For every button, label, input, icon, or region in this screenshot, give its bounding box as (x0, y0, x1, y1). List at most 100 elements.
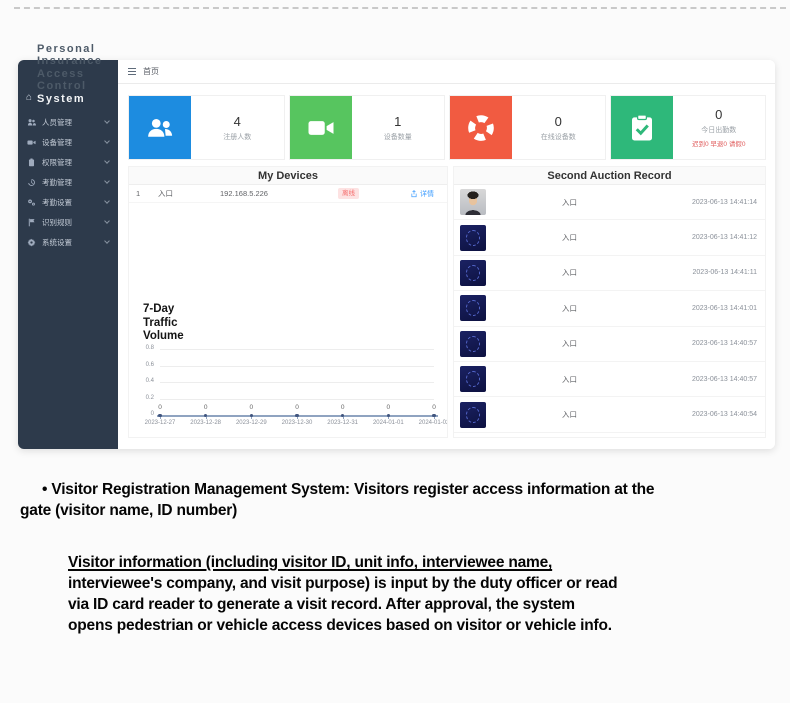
record-timestamp: 2023-06-13 14:41:11 (645, 269, 757, 276)
sidebar-item[interactable]: 考勤管理 (18, 172, 118, 192)
video-icon (27, 137, 37, 147)
record-row[interactable]: 入口2023-06-13 14:40:57 (454, 362, 765, 397)
share-icon (410, 190, 418, 198)
sidebar-item[interactable]: 权限管理 (18, 152, 118, 172)
columns: My Devices 1 入口 192.168.5.226 离线 (128, 166, 766, 438)
users-icon (27, 117, 37, 127)
camera-icon (290, 96, 352, 159)
x-axis-tick-label: 2023-12-30 (275, 420, 319, 426)
stat-card: 0今日出勤数迟到0 早退0 请假0 (610, 95, 767, 160)
record-timestamp: 2023-06-13 14:40:57 (645, 340, 757, 347)
device-row[interactable]: 1 入口 192.168.5.226 离线 详 (129, 185, 447, 203)
sidebar-item-label: 考勤设置 (42, 197, 72, 208)
y-axis-tick-label: 0.6 (134, 362, 154, 368)
sidebar-item-label: 考勤管理 (42, 177, 72, 188)
face-frame-avatar (460, 260, 486, 286)
sidebar-item-label: 设备管理 (42, 137, 72, 148)
gridline (160, 399, 434, 400)
data-point-label: 0 (335, 404, 351, 411)
sidebar-item[interactable]: 识别规则 (18, 212, 118, 232)
sidebar-item-label: 系统设置 (42, 237, 72, 248)
y-axis-tick-label: 0.2 (134, 395, 154, 401)
stat-label: 设备数量 (384, 132, 412, 142)
description-paragraph-1: • Visitor Registration Management System… (20, 479, 766, 521)
record-gate: 入口 (494, 232, 645, 243)
stat-value: 0 (555, 114, 562, 129)
stat-cards-row: 4 注册人数 1 设备数量 0 在线设备数 0今日出勤数迟到0 早退0 请假0 (128, 95, 766, 160)
gear-icon (27, 237, 37, 247)
stat-body: 0今日出勤数迟到0 早退0 请假0 (673, 96, 766, 159)
data-point (250, 414, 254, 418)
sidebar-item-label: 人员管理 (42, 117, 72, 128)
description-rest-text: interviewee's company, and visit purpose… (68, 575, 617, 634)
main-area: 首页 4 注册人数 1 设备数量 0 在线设备数 0今日出勤数迟到0 早退0 请假0 My … (118, 60, 775, 449)
sidebar-menu: 人员管理设备管理权限管理考勤管理考勤设置识别规则系统设置 (18, 112, 118, 252)
app-title-line: Insurance (37, 55, 102, 67)
data-point (204, 414, 208, 418)
record-timestamp: 2023-06-13 14:40:57 (645, 376, 757, 383)
sidebar-item[interactable]: 系统设置 (18, 232, 118, 252)
gridline (160, 349, 434, 350)
data-point (341, 414, 345, 418)
data-point-label: 0 (152, 404, 168, 411)
hamburger-icon[interactable] (128, 68, 136, 75)
device-action-link[interactable]: 详情 (410, 189, 440, 199)
x-axis-tick-label: 2023-12-27 (138, 420, 182, 426)
y-axis-tick-label: 0.8 (134, 345, 154, 351)
data-point (158, 414, 162, 418)
record-gate: 入口 (494, 374, 645, 385)
top-dashed-divider (14, 7, 786, 9)
sidebar-item[interactable]: 人员管理 (18, 112, 118, 132)
record-row[interactable]: 入口2023-06-13 14:41:12 (454, 220, 765, 255)
stat-value: 1 (394, 114, 401, 129)
stat-label: 注册人数 (223, 132, 251, 142)
chevron-down-icon (104, 178, 110, 184)
face-frame-avatar (460, 402, 486, 428)
stat-body: 0 在线设备数 (512, 96, 605, 159)
description-underlined-text: Visitor information (including visitor I… (68, 554, 552, 571)
top-bar: 首页 (118, 60, 775, 84)
home-icon[interactable]: ⌂ (26, 92, 32, 103)
permission-icon (27, 157, 37, 167)
records-card: Second Auction Record 入口2023-06-13 14:41… (453, 166, 766, 438)
traffic-chart: 00.20.40.60.802023-12-2702023-12-2802023… (134, 337, 442, 437)
record-row[interactable]: 入口2023-06-13 14:41:14 (454, 185, 765, 220)
x-axis-tick-label: 2024-01-01 (366, 420, 410, 426)
data-point-label: 0 (380, 404, 396, 411)
records-title: Second Auction Record (454, 167, 765, 185)
record-row[interactable]: 入口2023-06-13 14:40:57 (454, 327, 765, 362)
page: PersonalInsuranceAccessControlSystem ⌂ 人… (0, 0, 790, 703)
stat-value: 0 (715, 107, 722, 122)
record-row[interactable]: 入口2023-06-13 14:41:01 (454, 291, 765, 326)
stat-sub-text: 迟到0 早退0 请假0 (692, 138, 745, 148)
app-title-line: System (37, 93, 102, 105)
x-axis-tick-label: 2023-12-29 (229, 420, 273, 426)
stat-card: 1 设备数量 (289, 95, 446, 160)
record-row[interactable]: 入口2023-06-13 14:41:11 (454, 256, 765, 291)
stat-label: 在线设备数 (541, 132, 576, 142)
sidebar-item[interactable]: 设备管理 (18, 132, 118, 152)
record-gate: 入口 (494, 267, 645, 278)
sidebar-item[interactable]: 考勤设置 (18, 192, 118, 212)
stat-body: 4 注册人数 (191, 96, 284, 159)
chevron-down-icon (104, 118, 110, 124)
rules-icon (27, 217, 37, 227)
stat-card: 0 在线设备数 (449, 95, 606, 160)
stat-value: 4 (234, 114, 241, 129)
data-point-label: 0 (243, 404, 259, 411)
record-row[interactable]: 入口2023-06-13 14:40:54 (454, 397, 765, 432)
record-gate: 入口 (494, 197, 645, 208)
device-name: 入口 (158, 188, 220, 199)
data-point-label: 0 (426, 404, 442, 411)
record-timestamp: 2023-06-13 14:41:01 (645, 305, 757, 312)
x-axis-tick-label: 2023-12-31 (321, 420, 365, 426)
y-axis-tick-label: 0 (134, 411, 154, 417)
device-ip: 192.168.5.226 (220, 189, 338, 198)
breadcrumb[interactable]: 首页 (143, 66, 159, 77)
face-photo-avatar (460, 189, 486, 215)
chevron-down-icon (104, 158, 110, 164)
y-axis-tick-label: 0.4 (134, 378, 154, 384)
face-frame-avatar (460, 225, 486, 251)
clipboard-check-icon (611, 96, 673, 159)
sidebar-item-label: 权限管理 (42, 157, 72, 168)
